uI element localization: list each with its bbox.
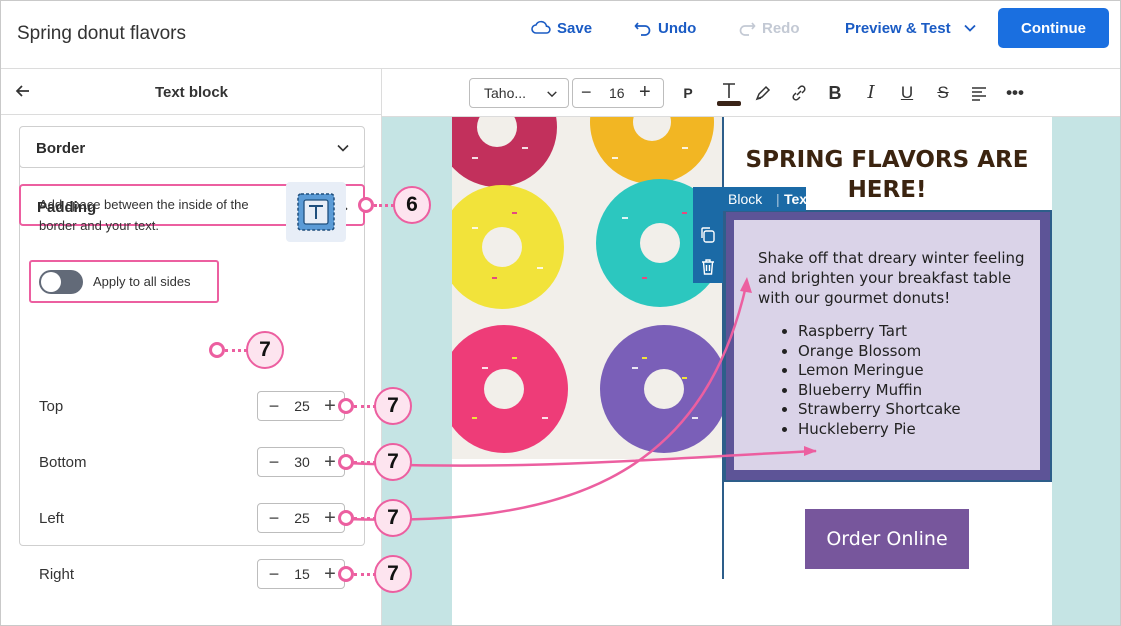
list-item: Raspberry Tart xyxy=(798,322,961,342)
chevron-down-icon xyxy=(547,91,557,98)
callout-line xyxy=(225,349,247,352)
callout-ring xyxy=(358,197,374,213)
format-toolbar: Taho... − 16 + P B I U S ••• xyxy=(382,69,1120,117)
decrement-button[interactable]: − xyxy=(264,563,284,585)
preview-test-menu[interactable]: Preview & Test xyxy=(845,18,977,38)
increment-button[interactable]: + xyxy=(320,451,340,473)
top-padding-label: Top xyxy=(39,398,64,415)
decrement-button[interactable]: − xyxy=(581,82,592,103)
underline-icon[interactable]: U xyxy=(897,83,917,103)
paragraph-style-button[interactable]: P xyxy=(678,83,698,103)
link-icon[interactable] xyxy=(789,83,809,103)
border-label: Border xyxy=(36,140,86,157)
trash-icon[interactable] xyxy=(699,258,717,276)
callout-badge: 7 xyxy=(374,387,412,425)
font-family-value: Taho... xyxy=(484,85,527,101)
callout-line xyxy=(354,517,376,520)
bottom-padding-value[interactable]: 30 xyxy=(286,454,318,470)
save-label: Save xyxy=(557,19,593,37)
tag-separator: | xyxy=(776,191,780,207)
text-tag-label: Text xyxy=(784,191,812,207)
undo-button[interactable]: Undo xyxy=(634,18,696,38)
list-item: Huckleberry Pie xyxy=(798,420,961,440)
callout-badge: 7 xyxy=(374,555,412,593)
callout-ring xyxy=(338,566,354,582)
decrement-button[interactable]: − xyxy=(264,507,284,529)
callout-line xyxy=(374,204,394,207)
callout-ring xyxy=(338,454,354,470)
callout-ring xyxy=(209,342,225,358)
italic-icon[interactable]: I xyxy=(861,83,881,103)
callout-line xyxy=(354,461,376,464)
undo-icon xyxy=(634,22,651,36)
text-color-icon[interactable] xyxy=(716,79,742,107)
increment-button[interactable]: + xyxy=(320,507,340,529)
decrement-button[interactable]: − xyxy=(264,451,284,473)
flavor-list[interactable]: Raspberry Tart Orange Blossom Lemon Meri… xyxy=(798,322,961,440)
highlight-icon[interactable] xyxy=(753,83,773,103)
right-padding-stepper[interactable]: − 15 + xyxy=(257,559,345,589)
padding-description: Add space between the inside of the bord… xyxy=(39,197,249,233)
increment-button[interactable]: + xyxy=(320,563,340,585)
bottom-padding-label: Bottom xyxy=(39,454,87,471)
strikethrough-icon[interactable]: S xyxy=(933,83,953,103)
callout-ring xyxy=(338,398,354,414)
panel-title: Text block xyxy=(154,84,229,101)
callout-badge: 6 xyxy=(393,186,431,224)
top-padding-stepper[interactable]: − 25 + xyxy=(257,391,345,421)
bold-icon[interactable]: B xyxy=(825,83,845,103)
toggle-knob xyxy=(41,272,61,292)
right-padding-value[interactable]: 15 xyxy=(286,566,318,582)
email-paragraph[interactable]: Shake off that dreary winter feeling and… xyxy=(758,248,1028,308)
list-item: Strawberry Shortcake xyxy=(798,400,961,420)
font-family-select[interactable]: Taho... xyxy=(469,78,569,108)
redo-button[interactable]: Redo xyxy=(738,18,800,38)
donuts-image[interactable] xyxy=(452,117,722,459)
redo-label: Redo xyxy=(762,19,800,37)
bottom-padding-stepper[interactable]: − 30 + xyxy=(257,447,345,477)
left-padding-label: Left xyxy=(39,510,65,527)
panel-header: Text block xyxy=(1,69,382,115)
font-size-stepper[interactable]: − 16 + xyxy=(572,78,664,108)
top-padding-value[interactable]: 25 xyxy=(286,398,318,414)
callout-badge: 7 xyxy=(374,443,412,481)
list-item: Orange Blossom xyxy=(798,342,961,362)
save-button[interactable]: Save xyxy=(531,18,592,38)
apply-all-sides-label: Apply to all sides xyxy=(93,274,191,289)
chevron-down-icon xyxy=(963,24,976,32)
list-item: Blueberry Muffin xyxy=(798,381,961,401)
app-window: Spring donut flavors Save Undo Redo Prev… xyxy=(0,0,1121,626)
redo-icon xyxy=(739,22,756,36)
continue-button[interactable]: Continue xyxy=(998,8,1109,48)
duplicate-icon[interactable] xyxy=(699,226,717,244)
callout-badge: 7 xyxy=(374,499,412,537)
preview-test-label: Preview & Test xyxy=(845,19,951,37)
block-tag-label: Block xyxy=(728,191,763,207)
canvas-right-margin xyxy=(1052,117,1120,625)
block-text-tag: Block | Text xyxy=(693,187,812,211)
list-item: Lemon Meringue xyxy=(798,361,961,381)
left-padding-value[interactable]: 25 xyxy=(286,510,318,526)
more-options-icon[interactable]: ••• xyxy=(1005,83,1025,103)
undo-label: Undo xyxy=(658,19,697,37)
text-padding-icon xyxy=(286,182,346,242)
editor-area: Taho... − 16 + P B I U S ••• SPRING FLAV… xyxy=(382,69,1120,625)
callout-badge: 7 xyxy=(246,331,284,369)
callout-line xyxy=(354,573,376,576)
decrement-button[interactable]: − xyxy=(264,395,284,417)
document-title[interactable]: Spring donut flavors xyxy=(17,23,186,45)
chevron-down-icon xyxy=(337,144,349,152)
right-padding-label: Right xyxy=(39,566,75,583)
left-padding-stepper[interactable]: − 25 + xyxy=(257,503,345,533)
callout-line xyxy=(354,405,376,408)
order-online-button[interactable]: Order Online xyxy=(805,509,969,569)
cloud-icon xyxy=(531,20,551,34)
align-icon[interactable] xyxy=(969,83,989,103)
increment-button[interactable]: + xyxy=(639,81,651,104)
top-header: Spring donut flavors Save Undo Redo Prev… xyxy=(1,1,1120,69)
callout-ring xyxy=(338,510,354,526)
increment-button[interactable]: + xyxy=(320,395,340,417)
font-size-value[interactable]: 16 xyxy=(609,85,625,101)
